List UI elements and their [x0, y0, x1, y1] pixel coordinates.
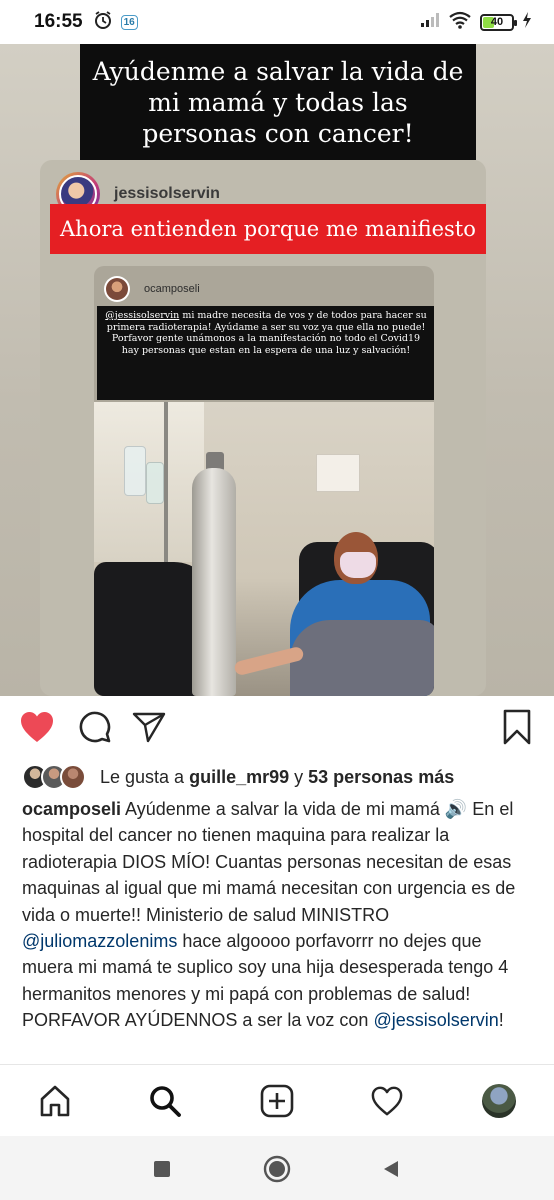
bottom-navigation	[0, 1064, 554, 1136]
red-banner: Ahora entienden porque me manifiesto	[50, 204, 486, 254]
nested-mention: @jessisolservin	[105, 310, 180, 321]
likes-text: Le gusta a guille_mr99 y 53 personas más	[100, 767, 454, 788]
battery-level: 40	[490, 16, 504, 28]
comment-icon	[79, 711, 111, 743]
share-button[interactable]	[130, 708, 168, 746]
recents-button[interactable]	[147, 1154, 177, 1184]
nav-home-button[interactable]	[37, 1083, 73, 1119]
profile-avatar	[482, 1084, 516, 1118]
back-button[interactable]	[376, 1154, 406, 1184]
like-button[interactable]	[18, 708, 56, 746]
post-image[interactable]: Ayúdenme a salvar la vida de mi mamá y t…	[0, 44, 554, 696]
post-caption: ocamposeli Ayúdenme a salvar la vida de …	[22, 796, 534, 1034]
status-icons-left: 16	[93, 10, 138, 35]
status-bar: 16:55 16 40	[0, 0, 554, 44]
wifi-icon	[448, 11, 472, 34]
reshared-username: jessisolservin	[114, 185, 220, 202]
nested-text-box: @jessisolservin mi madre necesita de vos…	[97, 306, 434, 400]
nav-profile-button[interactable]	[481, 1083, 517, 1119]
liker-avatars	[22, 764, 86, 790]
caption-mention-jessisolservin[interactable]: @jessisolservin	[373, 1010, 498, 1030]
caption-part1: Ayúdenme a salvar la vida de mi mamá	[121, 799, 445, 819]
speaker-emoji: 🔊	[444, 799, 468, 819]
nav-activity-button[interactable]	[369, 1083, 405, 1119]
signal-icon	[420, 12, 440, 33]
post-action-bar	[0, 696, 554, 758]
home-circle-icon	[263, 1155, 291, 1183]
recents-icon	[154, 1161, 170, 1177]
home-icon	[40, 1085, 70, 1117]
liker-username[interactable]: guille_mr99	[189, 767, 289, 787]
heart-filled-icon	[21, 712, 53, 742]
bookmark-icon	[503, 709, 531, 745]
battery-indicator: 40	[480, 13, 517, 31]
likes-others[interactable]: 53 personas más	[308, 767, 454, 787]
likes-middle: y	[289, 766, 309, 787]
status-time: 16:55	[34, 11, 83, 32]
status-icons-right: 40	[420, 11, 532, 34]
comment-button[interactable]	[76, 708, 114, 746]
system-navigation-bar	[0, 1136, 554, 1200]
story-headline-box: Ayúdenme a salvar la vida de mi mamá y t…	[80, 44, 476, 160]
nested-avatar	[104, 276, 130, 302]
avatar	[60, 764, 86, 790]
save-button[interactable]	[498, 708, 536, 746]
alarm-icon	[93, 10, 113, 35]
nav-new-post-button[interactable]	[259, 1083, 295, 1119]
activity-icon	[371, 1086, 403, 1116]
charging-bolt-icon	[522, 11, 532, 33]
red-banner-text: Ahora entienden porque me manifiesto	[60, 217, 476, 241]
new-post-icon	[260, 1084, 294, 1118]
caption-username[interactable]: ocamposeli	[22, 799, 121, 819]
nav-search-button[interactable]	[147, 1083, 183, 1119]
nested-username: ocamposeli	[144, 283, 200, 295]
caption-mention-juliomazzolenims[interactable]: @juliomazzolenims	[22, 931, 177, 951]
likes-row[interactable]: Le gusta a guille_mr99 y 53 personas más	[22, 762, 454, 792]
system-home-button[interactable]	[262, 1154, 292, 1184]
back-icon	[384, 1161, 398, 1177]
story-headline: Ayúdenme a salvar la vida de mi mamá y t…	[92, 56, 464, 148]
likes-prefix: Le gusta a	[100, 766, 190, 787]
caption-part4: !	[498, 1010, 504, 1031]
hospital-photo	[94, 402, 434, 696]
nested-text: @jessisolservin mi madre necesita de vos…	[103, 310, 429, 356]
search-icon	[150, 1086, 181, 1117]
notification-badge: 16	[120, 14, 138, 30]
nested-post-card: ocamposeli @jessisolservin mi madre nece…	[94, 266, 434, 696]
send-icon	[132, 712, 166, 743]
nested-post-header: ocamposeli	[104, 276, 200, 302]
